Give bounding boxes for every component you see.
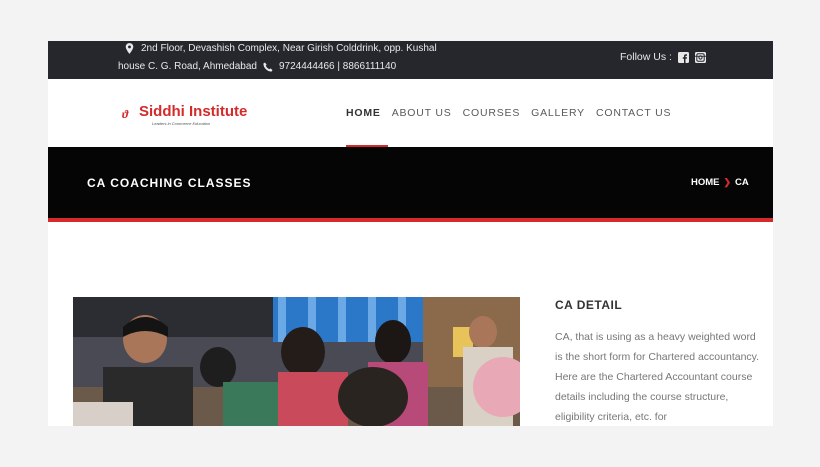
banner-divider xyxy=(48,218,773,222)
chevron-right-icon: ❯ xyxy=(723,177,732,187)
nav-menu: HOME ABOUT US COURSES GALLERY CONTACT US xyxy=(346,107,671,119)
nav-item-home[interactable]: HOME xyxy=(346,107,381,119)
facebook-icon[interactable] xyxy=(677,51,689,63)
map-pin-icon xyxy=(125,43,134,54)
nav-item-courses[interactable]: COURSES xyxy=(463,107,521,119)
instagram-icon[interactable] xyxy=(694,51,706,63)
phone-numbers[interactable]: 9724444466 | 8866111140 xyxy=(279,61,396,72)
logo-tagline: Leaders in Commerce Education xyxy=(152,121,211,126)
follow-label: Follow Us : xyxy=(620,51,672,63)
logo-mark: ϑ xyxy=(122,107,129,121)
site-logo[interactable]: ϑ Siddhi Institute Leaders in Commerce E… xyxy=(122,103,262,129)
breadcrumb: HOME ❯ CA xyxy=(691,177,749,188)
page-banner: CA COACHING CLASSES HOME ❯ CA xyxy=(48,147,773,218)
address-text-1: 2nd Floor, Devashish Complex, Near Giris… xyxy=(141,43,437,54)
nav-item-about-us[interactable]: ABOUT US xyxy=(392,107,452,119)
logo-name: Siddhi Institute xyxy=(139,103,248,120)
breadcrumb-home[interactable]: HOME xyxy=(691,177,720,188)
nav-item-gallery[interactable]: GALLERY xyxy=(531,107,585,119)
address-text-2: house C. G. Road, Ahmedabad xyxy=(118,61,257,72)
classroom-photo xyxy=(73,297,520,426)
nav-item-contact-us[interactable]: CONTACT US xyxy=(596,107,671,119)
breadcrumb-current: CA xyxy=(735,177,749,188)
address-line-2: house C. G. Road, Ahmedabad 9724444466 |… xyxy=(118,61,396,72)
address-line-1: 2nd Floor, Devashish Complex, Near Giris… xyxy=(125,43,437,54)
page-title: CA COACHING CLASSES xyxy=(87,176,252,190)
detail-text: CA, that is using as a heavy weighted wo… xyxy=(555,331,760,423)
phone-icon xyxy=(263,62,273,72)
detail-title: CA DETAIL xyxy=(555,298,623,312)
page-frame: 2nd Floor, Devashish Complex, Near Giris… xyxy=(48,41,773,426)
main-navbar: ϑ Siddhi Institute Leaders in Commerce E… xyxy=(48,79,773,147)
top-info-bar: 2nd Floor, Devashish Complex, Near Giris… xyxy=(48,41,773,79)
follow-us: Follow Us : xyxy=(620,51,706,63)
